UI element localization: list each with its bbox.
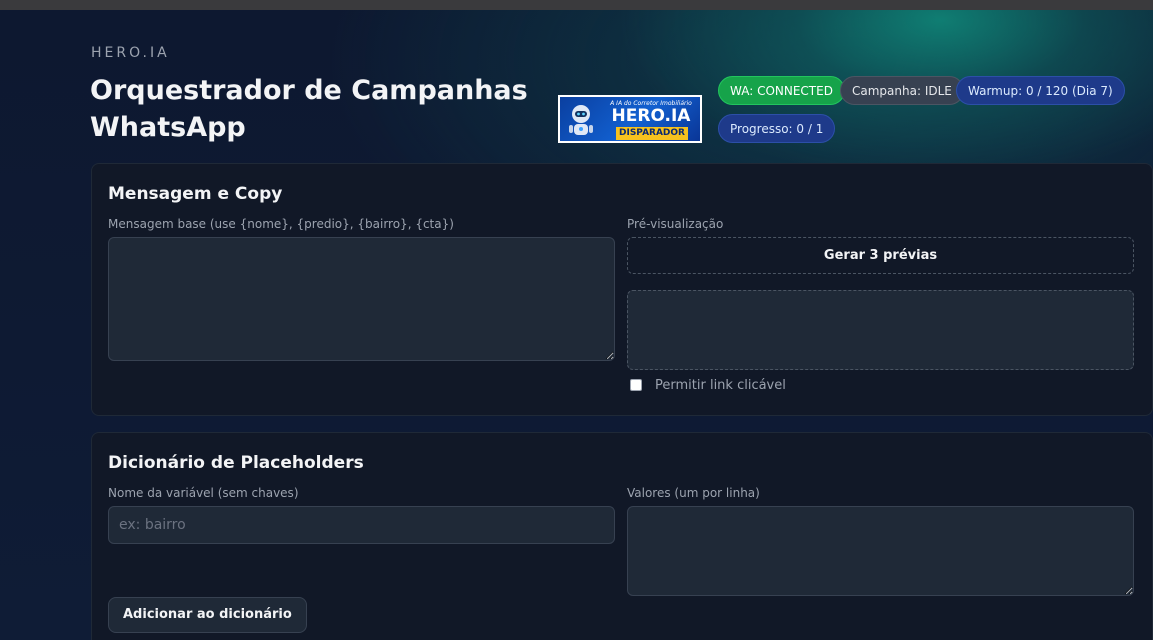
logo-name: HERO.IA [611,106,691,126]
whatsapp-status-badge: WA: CONNECTED [718,76,845,105]
message-card: Mensagem e Copy Mensagem base (use {nome… [91,163,1153,416]
page-title: Orquestrador de Campanhas WhatsApp [90,75,528,143]
variable-name-label: Nome da variável (sem chaves) [108,486,299,500]
allow-link-label[interactable]: Permitir link clicável [655,378,786,393]
values-textarea[interactable] [627,506,1134,596]
base-message-textarea[interactable] [108,237,615,361]
message-card-title: Mensagem e Copy [108,184,283,204]
placeholder-dictionary-card: Dicionário de Placeholders Nome da variá… [91,432,1153,640]
variable-name-input[interactable] [108,506,615,544]
brand-label: HERO.IA [91,45,170,61]
browser-top-bar [0,0,1153,10]
campaign-status-badge: Campanha: IDLE [840,76,964,105]
logo-subtitle: DISPARADOR [616,127,688,140]
generate-previews-button[interactable]: Gerar 3 prévias [627,237,1134,274]
preview-label: Pré-visualização [627,217,724,231]
add-to-dictionary-button[interactable]: Adicionar ao dicionário [108,597,307,633]
preview-output-box [627,290,1134,370]
progress-status-badge: Progresso: 0 / 1 [718,114,836,143]
dictionary-card-title: Dicionário de Placeholders [108,453,364,473]
base-message-label: Mensagem base (use {nome}, {predio}, {ba… [108,217,454,231]
values-label: Valores (um por linha) [627,486,760,500]
robot-icon [569,105,593,135]
hero-ia-logo: A IA do Corretor Imobiliário HERO.IA DIS… [558,95,702,143]
allow-link-checkbox[interactable] [630,379,642,391]
warmup-status-badge: Warmup: 0 / 120 (Dia 7) [956,76,1125,105]
